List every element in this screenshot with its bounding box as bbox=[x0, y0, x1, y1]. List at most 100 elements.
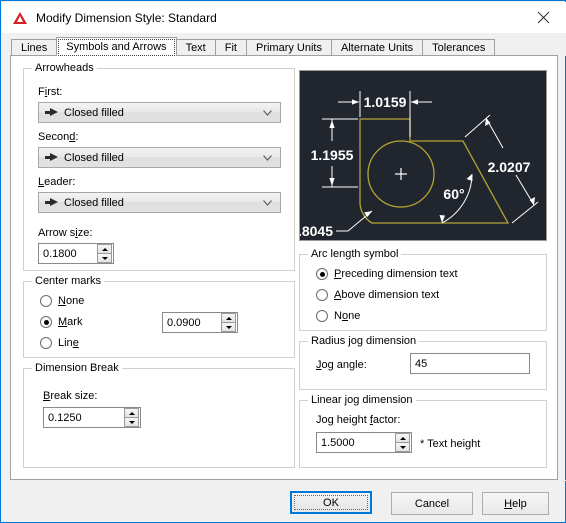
autocad-triangle-icon bbox=[12, 10, 28, 26]
first-arrowhead-label: First: bbox=[38, 86, 62, 98]
preview-label-diagonal: 2.0207 bbox=[488, 159, 531, 175]
jog-height-factor-suffix: * Text height bbox=[420, 438, 480, 450]
preview-label-angle: 60° bbox=[443, 186, 464, 202]
stepper-up-icon[interactable] bbox=[221, 313, 236, 322]
radio-icon bbox=[316, 310, 328, 322]
tab-symbols-and-arrows[interactable]: Symbols and Arrows bbox=[56, 37, 176, 56]
break-size-label: Break size: bbox=[43, 390, 97, 402]
stepper-up-icon[interactable] bbox=[97, 244, 112, 253]
cancel-button[interactable]: Cancel bbox=[391, 492, 473, 515]
chevron-down-icon bbox=[263, 155, 272, 161]
arrowheads-group: Arrowheads First: Closed filled Second: … bbox=[23, 68, 295, 271]
arc-length-symbol-group: Arc length symbol Preceding dimension te… bbox=[299, 254, 547, 331]
radio-icon bbox=[316, 268, 328, 280]
radio-icon bbox=[40, 295, 52, 307]
arrow-size-label: Arrow size: bbox=[38, 227, 92, 239]
radio-label: None bbox=[334, 310, 360, 322]
ok-button[interactable]: OK bbox=[290, 491, 372, 514]
dimension-break-group: Dimension Break Break size: 0.1250 bbox=[23, 368, 295, 468]
break-size-value: 0.1250 bbox=[44, 412, 124, 424]
radius-jog-dimension-group: Radius jog dimension Jog angle: 45 bbox=[299, 341, 547, 390]
jog-height-factor-stepper[interactable] bbox=[395, 433, 410, 452]
jog-height-factor-field[interactable]: 1.5000 bbox=[316, 432, 412, 453]
center-marks-group: Center marks None Mark Line 0.0900 bbox=[23, 281, 295, 358]
tab-lines[interactable]: Lines bbox=[11, 39, 57, 56]
jog-angle-label: Jog angle: bbox=[316, 359, 367, 371]
tab-alternate-units[interactable]: Alternate Units bbox=[331, 39, 423, 56]
center-marks-legend: Center marks bbox=[32, 275, 104, 287]
tab-label: Lines bbox=[21, 42, 47, 54]
tab-label: Symbols and Arrows bbox=[66, 41, 166, 53]
dimension-style-preview: 1.0159 1.1955 2.0207 bbox=[299, 70, 547, 241]
center-mark-size-stepper[interactable] bbox=[221, 313, 236, 332]
tab-strip: Lines Symbols and Arrows Text Fit Primar… bbox=[2, 33, 566, 56]
radio-label: Preceding dimension text bbox=[334, 268, 458, 280]
arc-length-symbol-legend: Arc length symbol bbox=[308, 248, 401, 260]
tab-tolerances[interactable]: Tolerances bbox=[422, 39, 495, 56]
close-icon[interactable] bbox=[521, 2, 566, 33]
leader-arrowhead-value: Closed filled bbox=[64, 197, 263, 209]
arc-length-option-none[interactable]: None bbox=[316, 310, 360, 322]
jog-angle-value: 45 bbox=[411, 358, 529, 370]
arrowheads-legend: Arrowheads bbox=[32, 62, 97, 74]
dimension-break-legend: Dimension Break bbox=[32, 362, 122, 374]
preview-label-radius: R0.8045 bbox=[300, 223, 333, 239]
help-button[interactable]: Help bbox=[482, 492, 549, 515]
first-arrowhead-value: Closed filled bbox=[64, 107, 263, 119]
arrow-size-field[interactable]: 0.1800 bbox=[38, 243, 114, 264]
center-mark-size-value: 0.0900 bbox=[163, 317, 221, 329]
help-button-label: Help bbox=[504, 498, 527, 510]
first-arrowhead-combo[interactable]: Closed filled bbox=[38, 102, 281, 123]
ok-button-label: OK bbox=[323, 497, 339, 509]
arc-length-option-preceding[interactable]: Preceding dimension text bbox=[316, 268, 458, 280]
center-mark-option-line[interactable]: Line bbox=[40, 337, 79, 349]
tab-text[interactable]: Text bbox=[176, 39, 216, 56]
stepper-down-icon[interactable] bbox=[395, 442, 410, 452]
stepper-down-icon[interactable] bbox=[124, 417, 139, 427]
radio-label: Line bbox=[58, 337, 79, 349]
second-arrowhead-label: Second: bbox=[38, 131, 78, 143]
closed-filled-arrow-icon bbox=[45, 198, 58, 207]
stepper-up-icon[interactable] bbox=[395, 433, 410, 442]
second-arrowhead-value: Closed filled bbox=[64, 152, 263, 164]
break-size-field[interactable]: 0.1250 bbox=[43, 407, 141, 428]
center-mark-option-none[interactable]: None bbox=[40, 295, 84, 307]
tab-page-symbols-and-arrows: Arrowheads First: Closed filled Second: … bbox=[10, 55, 558, 480]
center-mark-option-mark[interactable]: Mark bbox=[40, 316, 82, 328]
radio-label: Mark bbox=[58, 316, 82, 328]
linear-jog-legend: Linear jog dimension bbox=[308, 394, 416, 406]
chevron-down-icon bbox=[263, 110, 272, 116]
arc-length-option-above[interactable]: Above dimension text bbox=[316, 289, 439, 301]
arrow-size-value: 0.1800 bbox=[39, 248, 97, 260]
chevron-down-icon bbox=[263, 200, 272, 206]
tab-label: Tolerances bbox=[432, 42, 485, 54]
modify-dimension-style-dialog: Modify Dimension Style: Standard Lines S… bbox=[0, 0, 566, 523]
preview-drawing: 1.0159 1.1955 2.0207 bbox=[300, 71, 546, 240]
window-title: Modify Dimension Style: Standard bbox=[36, 11, 217, 25]
radio-label: None bbox=[58, 295, 84, 307]
footer-separator bbox=[2, 480, 566, 481]
radio-label: Above dimension text bbox=[334, 289, 439, 301]
jog-height-factor-label: Jog height factor: bbox=[316, 414, 400, 426]
stepper-down-icon[interactable] bbox=[97, 253, 112, 263]
tab-label: Fit bbox=[225, 42, 237, 54]
stepper-down-icon[interactable] bbox=[221, 322, 236, 332]
leader-arrowhead-combo[interactable]: Closed filled bbox=[38, 192, 281, 213]
stepper-up-icon[interactable] bbox=[124, 408, 139, 417]
tab-primary-units[interactable]: Primary Units bbox=[246, 39, 332, 56]
preview-label-vertical: 1.1955 bbox=[311, 147, 354, 163]
linear-jog-dimension-group: Linear jog dimension Jog height factor: … bbox=[299, 400, 547, 468]
center-mark-size-field[interactable]: 0.0900 bbox=[162, 312, 238, 333]
jog-angle-field[interactable]: 45 bbox=[410, 353, 530, 374]
tab-label: Primary Units bbox=[256, 42, 322, 54]
title-bar: Modify Dimension Style: Standard bbox=[2, 2, 566, 33]
break-size-stepper[interactable] bbox=[124, 408, 139, 427]
closed-filled-arrow-icon bbox=[45, 108, 58, 117]
tab-fit[interactable]: Fit bbox=[215, 39, 247, 56]
cancel-button-label: Cancel bbox=[415, 498, 449, 510]
radio-icon bbox=[40, 337, 52, 349]
jog-height-factor-value: 1.5000 bbox=[317, 437, 395, 449]
closed-filled-arrow-icon bbox=[45, 153, 58, 162]
arrow-size-stepper[interactable] bbox=[97, 244, 112, 263]
second-arrowhead-combo[interactable]: Closed filled bbox=[38, 147, 281, 168]
